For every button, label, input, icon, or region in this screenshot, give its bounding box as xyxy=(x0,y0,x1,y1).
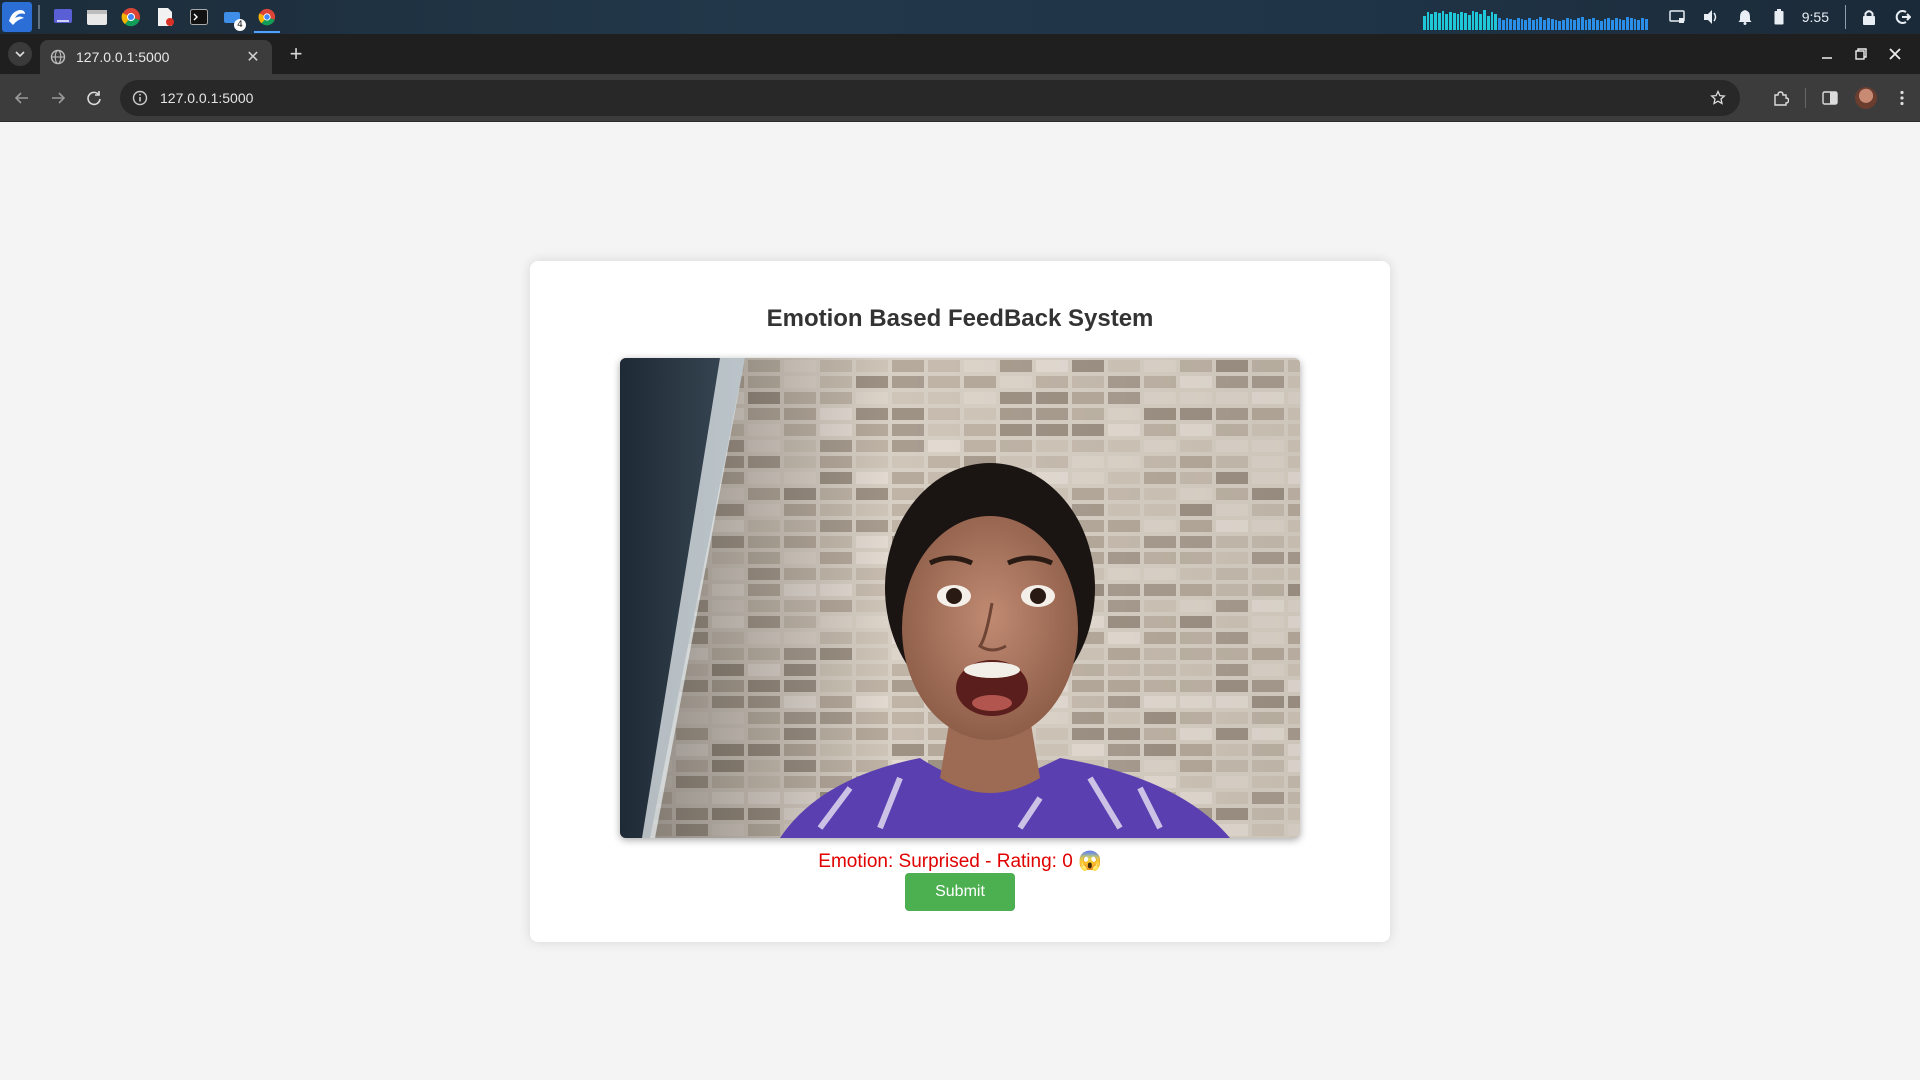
windows-icon[interactable]: 4 xyxy=(216,0,250,34)
emotion-status-text: Emotion: Surprised - Rating: 0 😱 xyxy=(818,851,1102,872)
url-text[interactable]: 127.0.0.1:5000 xyxy=(160,90,1708,106)
close-window-icon[interactable] xyxy=(1878,34,1912,74)
terminal-icon[interactable] xyxy=(182,0,216,34)
launcher-icon[interactable] xyxy=(2,2,32,32)
toolbar-divider xyxy=(1805,88,1806,108)
extensions-puzzle-icon[interactable] xyxy=(1763,80,1799,116)
profile-avatar[interactable] xyxy=(1848,80,1884,116)
restore-icon[interactable] xyxy=(1844,34,1878,74)
feedback-card: Emotion Based FeedBack System Emotion: S… xyxy=(530,261,1390,942)
browser-toolbar: 127.0.0.1:5000 xyxy=(0,74,1920,122)
submit-button[interactable]: Submit xyxy=(905,873,1015,911)
webcam-video-feed xyxy=(620,358,1300,838)
window-controls xyxy=(1810,34,1912,74)
webcam-frame-image xyxy=(620,358,1300,838)
files-icon[interactable] xyxy=(80,0,114,34)
tray-divider xyxy=(1845,5,1846,29)
lock-icon[interactable] xyxy=(1852,0,1886,34)
browser-tabstrip: 127.0.0.1:5000 ✕ + xyxy=(0,34,1920,74)
screen-cast-icon[interactable] xyxy=(1660,0,1694,34)
chrome-active-icon[interactable] xyxy=(250,0,284,34)
menu-kebab-icon[interactable] xyxy=(1884,80,1920,116)
volume-icon[interactable] xyxy=(1694,0,1728,34)
notifications-icon[interactable] xyxy=(1728,0,1762,34)
browser-tab[interactable]: 127.0.0.1:5000 ✕ xyxy=(40,40,272,74)
back-arrow-icon[interactable] xyxy=(8,84,36,112)
toolbar-actions xyxy=(1763,80,1920,116)
window-count-badge: 4 xyxy=(234,19,246,31)
forward-arrow-icon[interactable] xyxy=(44,84,72,112)
site-info-icon[interactable] xyxy=(132,90,148,106)
clock[interactable]: 9:55 xyxy=(1802,9,1829,25)
tab-title: 127.0.0.1:5000 xyxy=(76,49,170,65)
bookmark-star-icon[interactable] xyxy=(1708,88,1728,108)
avatar xyxy=(1855,87,1877,109)
reload-icon[interactable] xyxy=(80,84,108,112)
logout-icon[interactable] xyxy=(1886,0,1920,34)
minimize-icon[interactable] xyxy=(1810,34,1844,74)
page-viewport: Emotion Based FeedBack System Emotion: S… xyxy=(0,122,1920,1080)
taskbar-separator xyxy=(38,5,40,29)
page-title: Emotion Based FeedBack System xyxy=(766,305,1154,332)
battery-icon xyxy=(1762,0,1796,34)
chrome-icon[interactable] xyxy=(114,0,148,34)
address-bar[interactable]: 127.0.0.1:5000 xyxy=(120,80,1740,116)
os-taskbar: 4 9:55 xyxy=(0,0,1920,34)
audio-visualizer xyxy=(1422,4,1648,30)
close-tab-icon[interactable]: ✕ xyxy=(244,47,262,67)
tab-search-button[interactable] xyxy=(8,42,32,66)
document-icon[interactable] xyxy=(148,0,182,34)
side-panel-icon[interactable] xyxy=(1812,80,1848,116)
chevron-down-icon xyxy=(15,51,25,57)
globe-icon xyxy=(50,49,66,65)
desktop-icon[interactable] xyxy=(46,0,80,34)
new-tab-button[interactable]: + xyxy=(282,40,310,68)
